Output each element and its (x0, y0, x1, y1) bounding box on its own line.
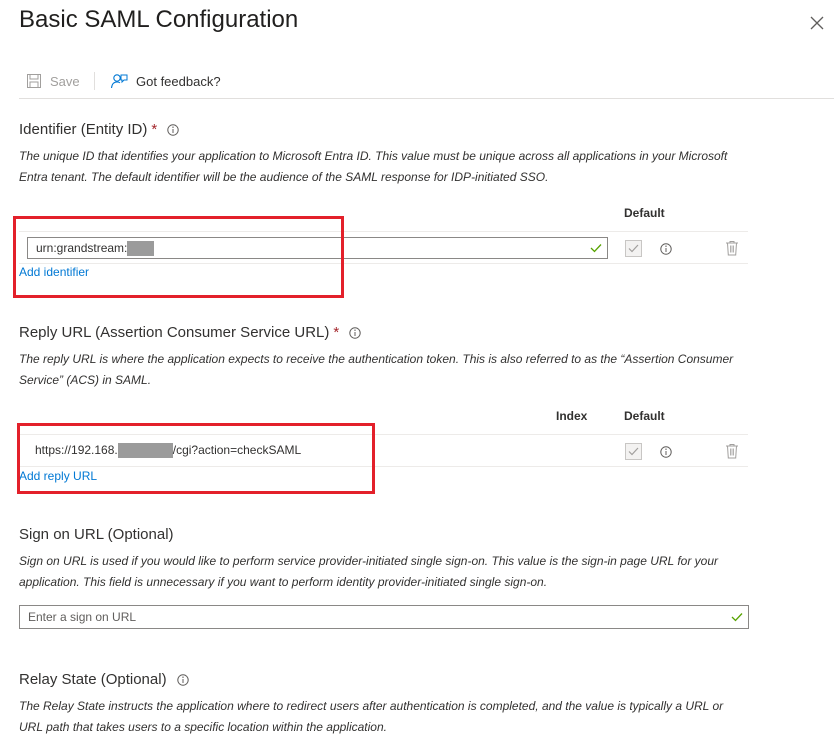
column-header-default: Default (624, 409, 665, 423)
panel-title: Basic SAML Configuration (19, 6, 299, 33)
identifier-value: urn:grandstream: (36, 241, 128, 255)
relay-state-title: Relay State (Optional) (19, 671, 167, 688)
sign-on-placeholder: Enter a sign on URL (28, 610, 137, 624)
identifier-title: Identifier (Entity ID) (19, 121, 148, 138)
toolbar-divider (19, 98, 834, 99)
info-icon[interactable] (660, 446, 672, 458)
add-reply-url-link[interactable]: Add reply URL (19, 469, 97, 483)
required-marker: * (151, 121, 158, 138)
column-header-index: Index (556, 409, 588, 423)
info-icon[interactable] (176, 673, 189, 686)
redacted-text (127, 240, 155, 256)
required-marker: * (333, 324, 340, 341)
default-checkbox[interactable] (625, 443, 642, 460)
feedback-button[interactable]: Got feedback? (110, 70, 221, 92)
save-icon (27, 74, 41, 88)
identifier-description: The unique ID that identifies your appli… (19, 149, 728, 184)
close-button[interactable] (807, 13, 827, 33)
feedback-label: Got feedback? (136, 73, 221, 89)
close-icon (810, 16, 824, 30)
checkmark-icon (628, 244, 639, 253)
redacted-text (117, 443, 173, 459)
sign-on-title: Sign on URL (Optional) (19, 526, 174, 543)
delete-icon[interactable] (725, 443, 739, 459)
grid-divider (19, 263, 748, 264)
check-icon (731, 613, 743, 622)
sign-on-url-input[interactable]: Enter a sign on URL (19, 605, 749, 629)
sign-on-description: Sign on URL is used if you would like to… (19, 554, 719, 589)
checkmark-icon (628, 447, 639, 456)
reply-url-section-title: Reply URL (Assertion Consumer Service UR… (19, 324, 361, 341)
info-icon[interactable] (167, 123, 179, 136)
feedback-icon (110, 74, 128, 89)
reply-url-prefix: https://192.168. (35, 443, 118, 457)
info-icon[interactable] (660, 243, 672, 255)
identifier-input[interactable]: urn:grandstream: (27, 237, 608, 259)
grid-divider (19, 434, 748, 435)
reply-url-value[interactable]: https://192.168. /cgi?action=checkSAML (35, 443, 302, 459)
grid-divider (19, 466, 748, 467)
check-icon (590, 244, 602, 253)
grid-divider (19, 231, 748, 232)
add-identifier-link[interactable]: Add identifier (19, 265, 89, 279)
relay-state-description: The Relay State instructs the applicatio… (19, 699, 724, 734)
save-label: Save (50, 73, 80, 89)
default-checkbox[interactable] (625, 240, 642, 257)
sign-on-section-title: Sign on URL (Optional) (19, 526, 174, 543)
toolbar-separator (94, 72, 95, 90)
relay-state-section-title: Relay State (Optional) (19, 671, 189, 688)
reply-url-suffix: /cgi?action=checkSAML (172, 443, 302, 457)
delete-icon[interactable] (725, 240, 739, 256)
identifier-section-title: Identifier (Entity ID) * (19, 121, 179, 138)
reply-url-description: The reply URL is where the application e… (19, 352, 734, 387)
column-header-default: Default (624, 206, 665, 220)
reply-url-title: Reply URL (Assertion Consumer Service UR… (19, 324, 330, 341)
info-icon[interactable] (349, 326, 361, 339)
save-button[interactable]: Save (26, 70, 80, 92)
